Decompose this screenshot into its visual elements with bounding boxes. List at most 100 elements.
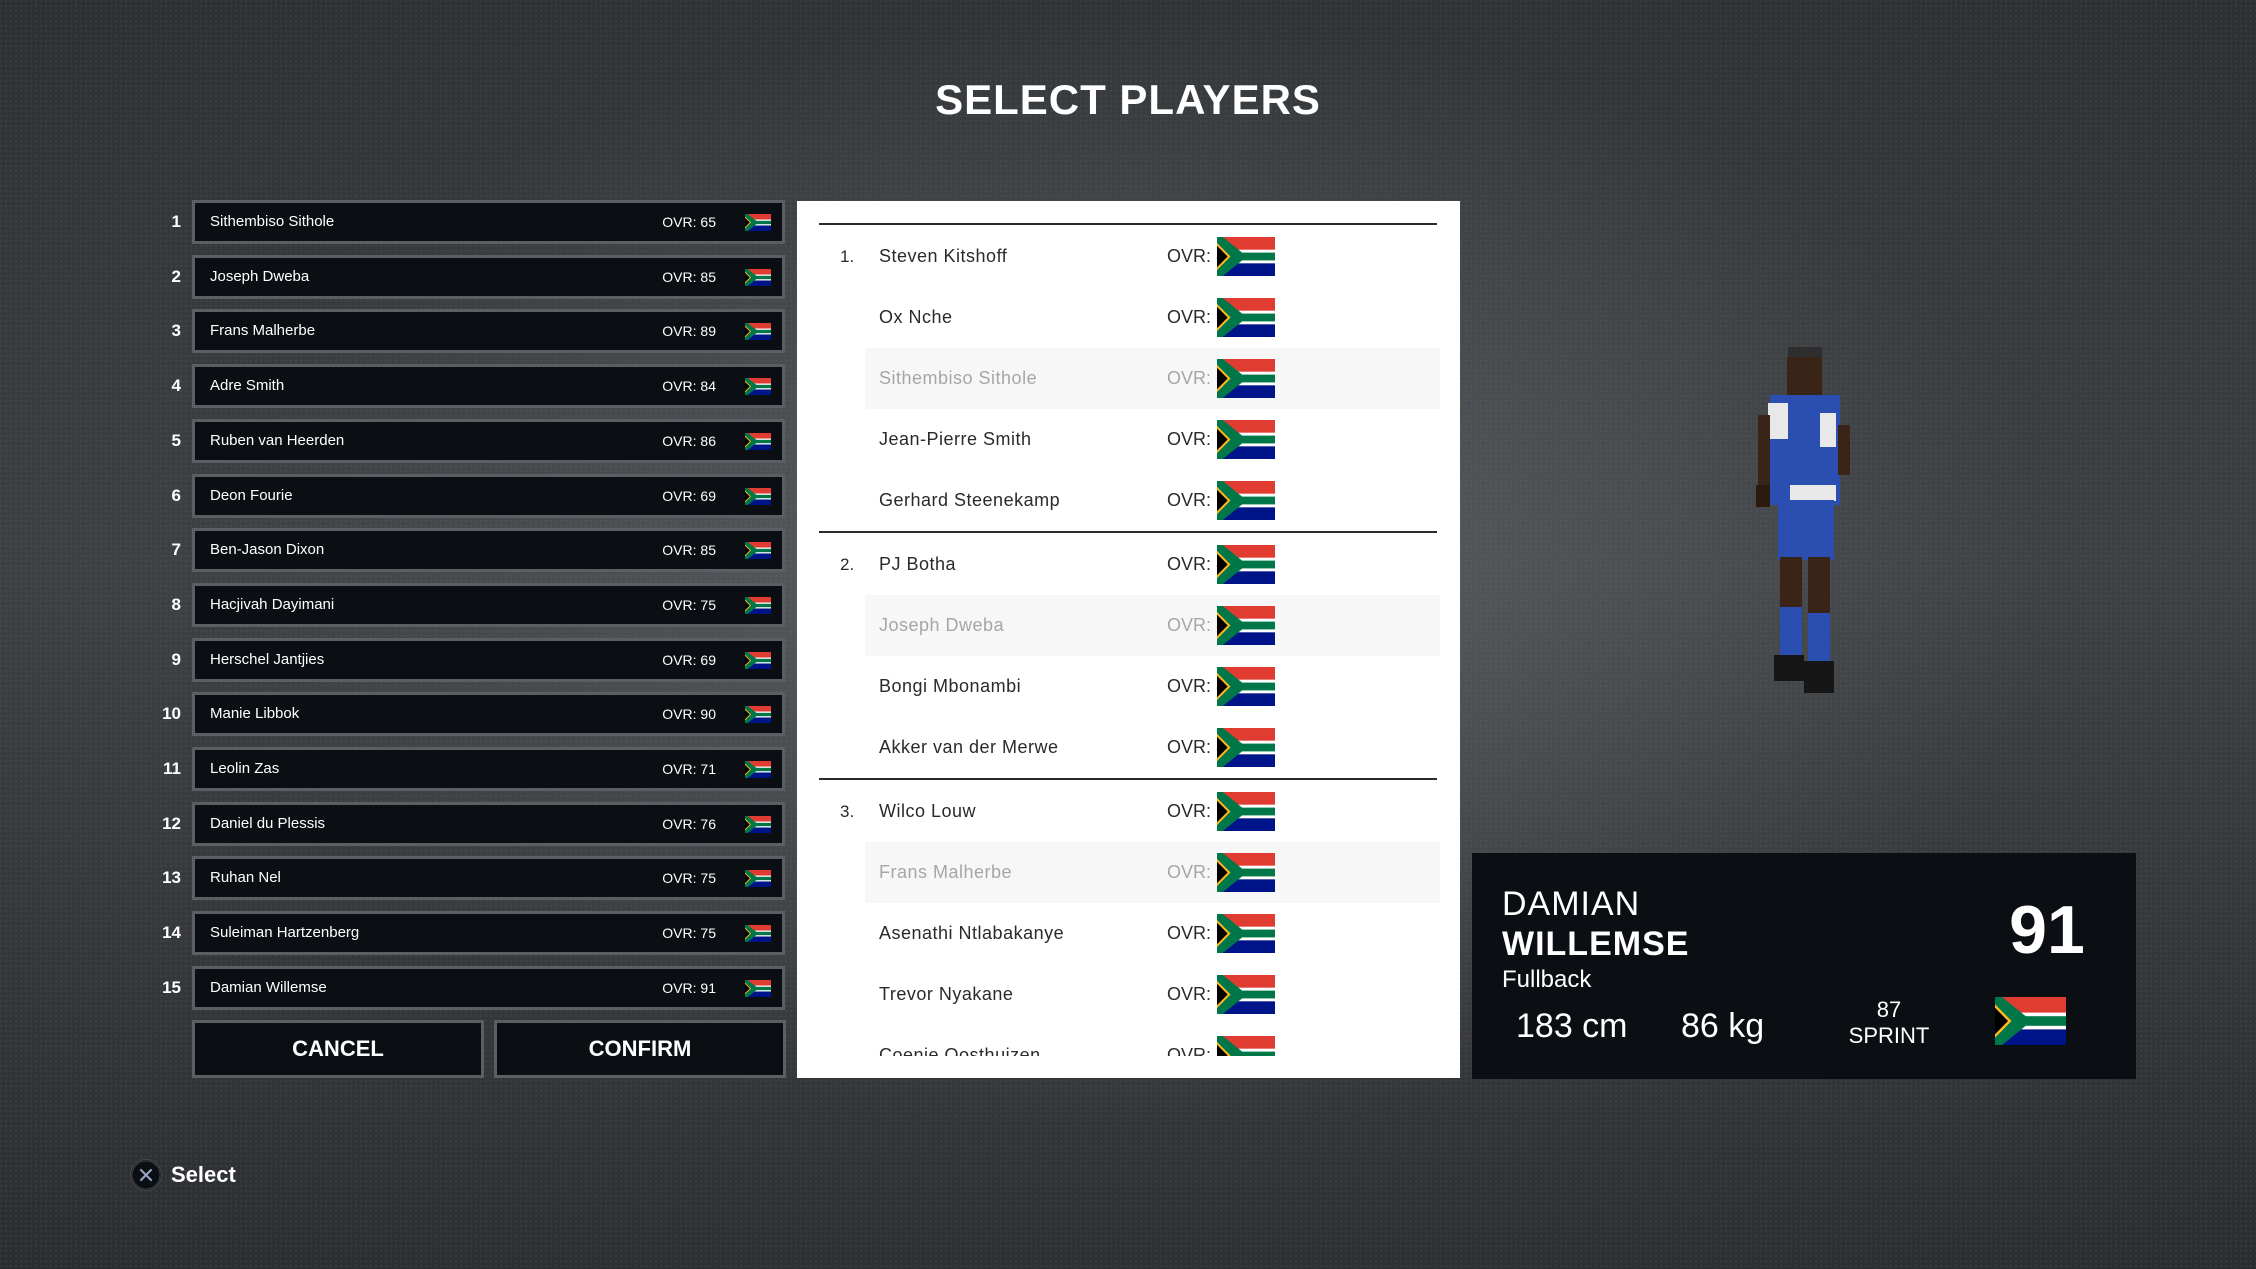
selection-row[interactable]: Akker van der Merwe OVR: 84 <box>797 717 1460 778</box>
roster-row[interactable]: 12 Daniel du Plessis OVR: 76 <box>155 801 785 846</box>
selection-row[interactable]: Coenie Oosthuizen OVR: 73 <box>797 1025 1460 1056</box>
roster-player-name: Ruhan Nel <box>210 869 281 887</box>
roster-player-name: Adre Smith <box>210 377 285 395</box>
selection-row[interactable]: Sithembiso Sithole OVR: 65 <box>865 348 1440 409</box>
south-africa-flag-icon <box>745 488 771 505</box>
south-africa-flag-icon <box>745 269 771 286</box>
roster-row[interactable]: 4 Adre Smith OVR: 84 <box>155 364 785 409</box>
south-africa-flag-icon <box>1217 1036 1275 1056</box>
roster-slot[interactable]: Ben-Jason Dixon OVR: 85 <box>192 528 785 573</box>
group-divider <box>819 778 1437 780</box>
roster-row[interactable]: 9 Herschel Jantjies OVR: 69 <box>155 637 785 682</box>
player-model <box>1756 347 1850 693</box>
roster-number: 3 <box>171 321 181 341</box>
selection-row[interactable]: Trevor Nyakane OVR: 78 <box>797 964 1460 1025</box>
roster-slot[interactable]: Deon Fourie OVR: 69 <box>192 473 785 518</box>
roster-row[interactable]: 1 Sithembiso Sithole OVR: 65 <box>155 200 785 244</box>
roster-slot[interactable]: Hacjivah Dayimani OVR: 75 <box>192 582 785 627</box>
selection-player-name: Wilco Louw <box>879 801 977 821</box>
selection-player-name: Trevor Nyakane <box>879 984 1014 1004</box>
roster-row[interactable]: 7 Ben-Jason Dixon OVR: 85 <box>155 528 785 573</box>
roster-player-name: Frans Malherbe <box>210 322 316 340</box>
cancel-button[interactable]: CANCEL <box>192 1020 484 1078</box>
group-index: 3. <box>840 802 855 821</box>
south-africa-flag-icon <box>1217 606 1275 645</box>
south-africa-flag-icon <box>1217 298 1275 337</box>
roster-player-ovr: OVR: 85 <box>662 542 716 559</box>
roster-slot[interactable]: Ruben van Heerden OVR: 86 <box>192 418 785 463</box>
selection-row[interactable]: Frans Malherbe OVR: 89 <box>865 842 1440 903</box>
south-africa-flag-icon <box>1217 545 1275 584</box>
selection-row[interactable]: Ox Nche OVR: 94 <box>797 287 1460 348</box>
selection-row[interactable]: Jean-Pierre Smith OVR: 76 <box>797 409 1460 470</box>
roster-row[interactable]: 11 Leolin Zas OVR: 71 <box>155 747 785 791</box>
selection-player-name: Sithembiso Sithole <box>879 368 1038 388</box>
player-info-card: DAMIAN WILLEMSE Fullback 91 183 cm 86 kg… <box>1472 853 2136 1079</box>
roster-slot[interactable]: Manie Libbok OVR: 90 <box>192 692 785 737</box>
position-selection-panel[interactable]: 1. Steven Kitshoff OVR: 89 Ox Nche OVR: 94 Si… <box>797 201 1460 1078</box>
selection-row[interactable]: Gerhard Steenekamp OVR: 75 <box>797 470 1460 531</box>
south-africa-flag-icon <box>745 870 771 887</box>
roster-number: 13 <box>162 868 181 888</box>
roster-row[interactable]: 13 Ruhan Nel OVR: 75 <box>155 856 785 901</box>
roster-row[interactable]: 2 Joseph Dweba OVR: 85 <box>155 254 785 299</box>
roster-player-ovr: OVR: 91 <box>662 979 716 996</box>
roster-player-name: Joseph Dweba <box>210 267 310 285</box>
selection-player-name: Bongi Mbonambi <box>879 676 1022 696</box>
roster-player-name: Deon Fourie <box>210 486 293 504</box>
roster-number: 12 <box>162 813 181 833</box>
roster-row[interactable]: 10 Manie Libbok OVR: 90 <box>155 692 785 737</box>
player-position: Fullback <box>1502 966 1592 993</box>
roster-row[interactable]: 6 Deon Fourie OVR: 69 <box>155 473 785 518</box>
roster-player-ovr: OVR: 65 <box>662 214 716 230</box>
roster-slot[interactable]: Daniel du Plessis OVR: 76 <box>192 801 785 846</box>
roster-player-name: Daniel du Plessis <box>210 814 326 832</box>
selection-player-name: Jean-Pierre Smith <box>879 429 1032 449</box>
roster-player-ovr: OVR: 75 <box>662 596 716 613</box>
selection-row[interactable]: Bongi Mbonambi OVR: 88 <box>797 656 1460 717</box>
south-africa-flag-icon <box>1217 975 1275 1014</box>
roster-number: 6 <box>171 485 181 505</box>
roster-slot[interactable]: Ruhan Nel OVR: 75 <box>192 856 785 901</box>
roster-slot[interactable]: Damian Willemse OVR: 91 <box>192 965 785 1010</box>
roster-row[interactable]: 8 Hacjivah Dayimani OVR: 75 <box>155 582 785 627</box>
selection-player-name: Asenathi Ntlabakanye <box>879 923 1065 943</box>
south-africa-flag-icon <box>745 323 771 340</box>
roster-player-ovr: OVR: 76 <box>662 815 716 832</box>
roster-row[interactable]: 15 Damian Willemse OVR: 91 <box>155 965 785 1010</box>
roster-number: 4 <box>171 376 181 396</box>
south-africa-flag-icon <box>745 706 771 723</box>
roster-slot[interactable]: Herschel Jantjies OVR: 69 <box>192 637 785 682</box>
roster-row[interactable]: 5 Ruben van Heerden OVR: 86 <box>155 418 785 463</box>
roster-player-name: Sithembiso Sithole <box>210 213 335 230</box>
selection-player-name: Ox Nche <box>879 307 953 327</box>
selection-row[interactable]: Joseph Dweba OVR: 85 <box>865 595 1440 656</box>
roster-slot[interactable]: Frans Malherbe OVR: 89 <box>192 309 785 354</box>
player-height: 183 cm <box>1516 1007 1628 1045</box>
player-last-name: WILLEMSE <box>1502 925 1690 963</box>
south-africa-flag-icon <box>745 652 771 669</box>
roster-player-ovr: OVR: 90 <box>662 706 716 723</box>
selection-row[interactable]: 1. Steven Kitshoff OVR: 89 <box>797 226 1460 287</box>
south-africa-flag-icon <box>745 214 771 231</box>
selection-row[interactable]: Asenathi Ntlabakanye OVR: 77 <box>797 903 1460 964</box>
roster-row[interactable]: 14 Suleiman Hartzenberg OVR: 75 <box>155 911 785 956</box>
cross-button-icon[interactable] <box>130 1159 162 1191</box>
roster-slot[interactable]: Sithembiso Sithole OVR: 65 <box>192 200 785 244</box>
confirm-button[interactable]: CONFIRM <box>494 1020 786 1078</box>
selection-list: 1. Steven Kitshoff OVR: 89 Ox Nche OVR: 94 Si… <box>797 201 1460 1056</box>
roster-player-name: Suleiman Hartzenberg <box>210 924 360 942</box>
roster-slot[interactable]: Suleiman Hartzenberg OVR: 75 <box>192 911 785 956</box>
roster-slot[interactable]: Adre Smith OVR: 84 <box>192 364 785 409</box>
roster-row[interactable]: 3 Frans Malherbe OVR: 89 <box>155 309 785 354</box>
roster-player-name: Hacjivah Dayimani <box>210 595 335 613</box>
prompt-label: Select <box>171 1162 236 1187</box>
group-index: 1. <box>840 247 855 266</box>
selection-row[interactable]: 2. PJ Botha OVR: 85 <box>797 534 1460 595</box>
roster-slot[interactable]: Joseph Dweba OVR: 85 <box>192 254 785 299</box>
south-africa-flag-icon <box>1217 420 1275 459</box>
selection-row[interactable]: 3. Wilco Louw OVR: 76 <box>797 781 1460 842</box>
roster-player-ovr: OVR: 75 <box>662 870 716 887</box>
roster-slot[interactable]: Leolin Zas OVR: 71 <box>192 747 785 791</box>
roster-number: 9 <box>171 649 181 669</box>
